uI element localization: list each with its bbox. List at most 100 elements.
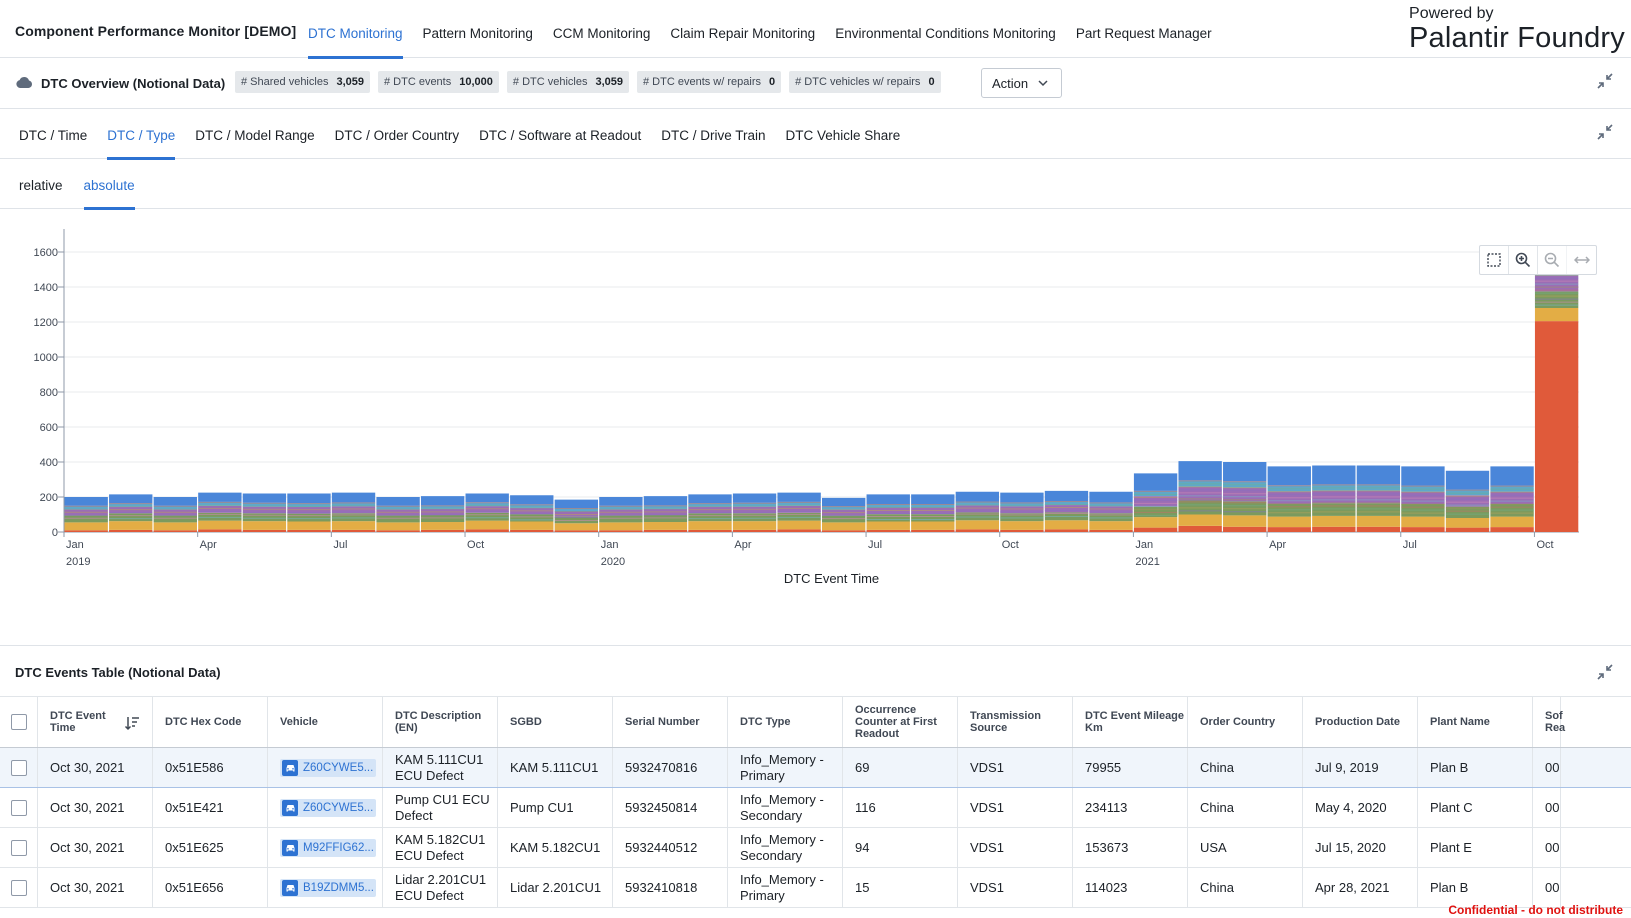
row-checkbox[interactable] bbox=[11, 879, 27, 896]
row-checkbox[interactable] bbox=[11, 799, 27, 816]
zoom-in-tool[interactable] bbox=[1509, 246, 1538, 274]
cell-type: Info_Memory - Secondary bbox=[740, 831, 824, 863]
column-header[interactable]: Serial Number bbox=[613, 697, 728, 747]
nav-tab-part-request-manager[interactable]: Part Request Manager bbox=[1076, 0, 1212, 58]
mode-tab-absolute[interactable]: absolute bbox=[83, 159, 135, 210]
column-header[interactable]: DTC Type bbox=[728, 697, 843, 747]
tab-dtc-type[interactable]: DTC / Type bbox=[107, 109, 176, 160]
tab-dtc-software-at-readout[interactable]: DTC / Software at Readout bbox=[479, 109, 641, 159]
bar-segment bbox=[554, 499, 599, 509]
column-header[interactable]: Plant Name bbox=[1418, 697, 1533, 747]
stacked-bar-chart: 0 200 400 600 800 1000 1200 1400 1600 Jan 2019 Apr J… bbox=[34, 229, 1579, 586]
column-header[interactable]: DTC Hex Code bbox=[153, 697, 268, 747]
vehicle-link[interactable]: Z60CYWE5... bbox=[280, 798, 376, 817]
column-header[interactable]: Transmission Source bbox=[958, 697, 1073, 747]
row-checkbox[interactable] bbox=[11, 759, 27, 776]
subtabs-list: DTC / Time DTC / Type DTC / Model Range DTC… bbox=[19, 109, 920, 160]
x-tick-year: 2021 bbox=[1135, 556, 1159, 568]
bar-stripe bbox=[153, 508, 197, 510]
table-cell: 0x51E625 bbox=[153, 828, 268, 867]
bar-stripe bbox=[643, 505, 688, 507]
cell-time: Oct 30, 2021 bbox=[50, 879, 125, 895]
table-cell: May 4, 2020 bbox=[1303, 788, 1418, 827]
minimize-icon[interactable] bbox=[1596, 72, 1614, 90]
reset-zoom-tool[interactable] bbox=[1567, 246, 1596, 274]
box-select-tool[interactable] bbox=[1480, 246, 1509, 274]
table-cell: Plant E bbox=[1418, 828, 1533, 867]
bar-stripe bbox=[376, 508, 420, 510]
row-checkbox[interactable] bbox=[11, 839, 27, 856]
table-row[interactable]: Oct 30, 2021 0x51E421 Z60CYWE5... Pump CU1 … bbox=[0, 788, 1631, 828]
bar-segment bbox=[1223, 526, 1267, 532]
nav-tab-dtc-monitoring[interactable]: DTC Monitoring bbox=[308, 0, 403, 59]
sort-descending-icon[interactable] bbox=[124, 715, 140, 731]
bar-segment bbox=[198, 529, 242, 532]
bar-stripe bbox=[688, 518, 732, 520]
bar-stripe bbox=[1000, 514, 1044, 516]
column-header[interactable]: Occurrence Counter at First Readout bbox=[843, 697, 958, 747]
bar-segment bbox=[242, 529, 287, 532]
bar-segment bbox=[287, 513, 331, 522]
bar-stripe bbox=[420, 514, 465, 516]
bar-segment bbox=[643, 496, 688, 506]
vehicle-link[interactable]: Z60CYWE5... bbox=[280, 758, 376, 777]
table-cell: 79955 bbox=[1073, 748, 1188, 787]
bar-stripe bbox=[1178, 510, 1222, 512]
bar-segment bbox=[153, 530, 197, 532]
cloud-icon bbox=[16, 76, 32, 88]
bar-stripe bbox=[287, 512, 331, 514]
table-row[interactable]: Oct 30, 2021 0x51E586 Z60CYWE5... KAM 5.111… bbox=[0, 748, 1631, 788]
column-header[interactable]: SGBD bbox=[498, 697, 613, 747]
column-header[interactable]: DTC Event Mileage Km bbox=[1073, 697, 1188, 747]
tab-dtc-drive-train[interactable]: DTC / Drive Train bbox=[661, 109, 765, 159]
cell-hex: 0x51E656 bbox=[165, 879, 224, 895]
nav-tab-pattern-monitoring[interactable]: Pattern Monitoring bbox=[423, 0, 533, 58]
column-header[interactable]: Vehicle bbox=[268, 697, 383, 747]
minimize-icon[interactable] bbox=[1596, 123, 1614, 141]
zoom-out-tool[interactable] bbox=[1538, 246, 1567, 274]
column-header[interactable]: Production Date bbox=[1303, 697, 1418, 747]
minimize-icon[interactable] bbox=[1596, 663, 1614, 681]
action-button[interactable]: Action bbox=[981, 68, 1062, 98]
bar-stripe bbox=[955, 501, 1000, 503]
table-cell: 00 bbox=[1533, 788, 1561, 827]
bar-segment bbox=[1401, 516, 1445, 528]
bar-stripe bbox=[109, 506, 153, 508]
table-row[interactable]: Oct 30, 2021 0x51E625 M92FFIG62... KAM 5.18… bbox=[0, 828, 1631, 868]
brand-powered-by: Powered by bbox=[1409, 5, 1494, 22]
select-all-checkbox[interactable] bbox=[11, 714, 27, 730]
bar-segment bbox=[109, 521, 153, 530]
bar-stripe bbox=[1178, 501, 1222, 503]
bar-stripe bbox=[376, 511, 420, 513]
bar-segment bbox=[64, 530, 108, 532]
nav-tab-environmental-conditions-monitoring[interactable]: Environmental Conditions Monitoring bbox=[835, 0, 1056, 58]
bar-segment bbox=[1000, 492, 1044, 503]
tab-dtc-model-range[interactable]: DTC / Model Range bbox=[195, 109, 314, 159]
bar-segment bbox=[1044, 529, 1089, 532]
nav-tab-ccm-monitoring[interactable]: CCM Monitoring bbox=[553, 0, 651, 58]
cell-prod: Apr 28, 2021 bbox=[1315, 879, 1390, 895]
app-title: Component Performance Monitor [DEMO] bbox=[15, 23, 297, 39]
bar-segment bbox=[1401, 527, 1445, 532]
tab-dtc-time[interactable]: DTC / Time bbox=[19, 109, 87, 159]
chart-subtabs: DTC / Time DTC / Type DTC / Model Range DTC… bbox=[0, 109, 1631, 160]
nav-tab-claim-repair-monitoring[interactable]: Claim Repair Monitoring bbox=[670, 0, 815, 58]
bar-stripe bbox=[1267, 500, 1311, 502]
bar-stripe bbox=[64, 508, 108, 510]
column-header[interactable]: DTC Event Time bbox=[38, 697, 153, 747]
column-header[interactable]: DTC Description (EN) bbox=[383, 697, 498, 747]
mode-tab-relative[interactable]: relative bbox=[19, 159, 63, 209]
vehicle-link[interactable]: M92FFIG62... bbox=[280, 838, 376, 857]
stat-value: 3,059 bbox=[336, 76, 364, 88]
column-header[interactable]: Order Country bbox=[1188, 697, 1303, 747]
bar-segment bbox=[242, 521, 287, 530]
tab-dtc-order-country[interactable]: DTC / Order Country bbox=[335, 109, 460, 159]
column-header[interactable]: Sof Rea bbox=[1533, 697, 1565, 747]
table-row[interactable]: Oct 30, 2021 0x51E656 B19ZDMM5... Lidar 2.2… bbox=[0, 868, 1631, 908]
vehicle-link[interactable]: B19ZDMM5... bbox=[280, 878, 376, 897]
bar-segment bbox=[331, 492, 376, 503]
bar-stripe bbox=[1133, 502, 1178, 504]
bar-stripe bbox=[1089, 508, 1133, 510]
cell-plant: Plant C bbox=[1430, 799, 1473, 815]
tab-dtc-vehicle-share[interactable]: DTC Vehicle Share bbox=[785, 109, 900, 159]
